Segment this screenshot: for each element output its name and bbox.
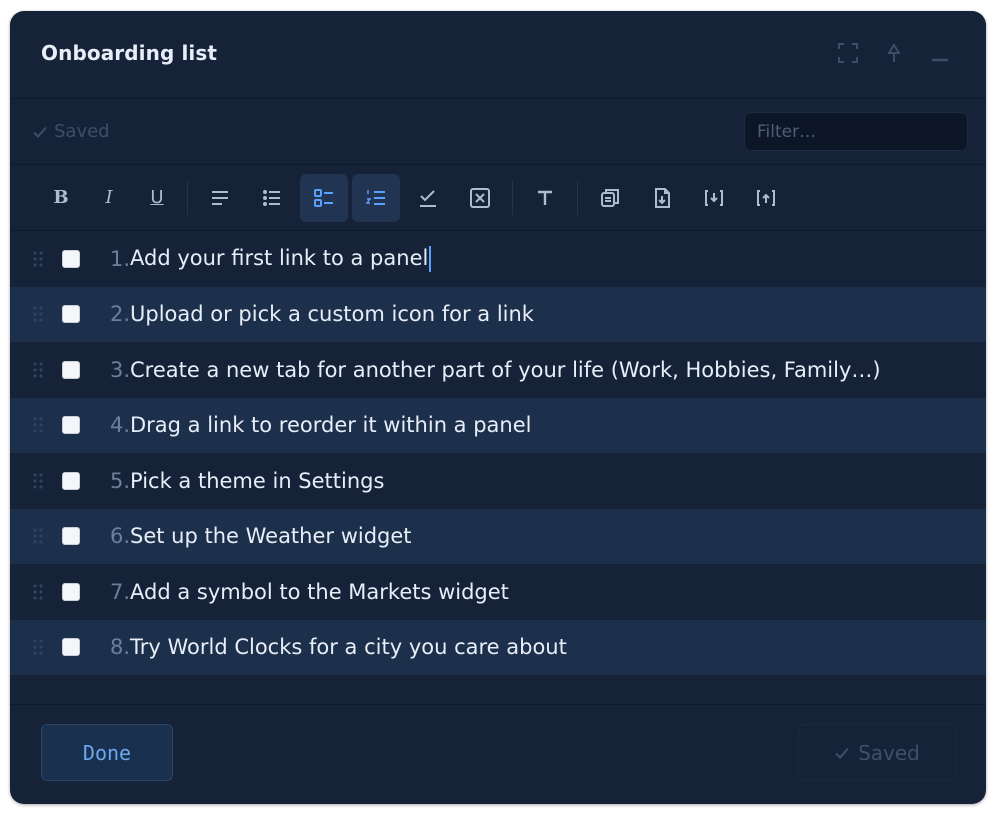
copy-button[interactable] — [586, 174, 634, 222]
export-button[interactable] — [742, 174, 790, 222]
item-number: 1. — [109, 246, 130, 271]
item-number: 8. — [109, 635, 130, 660]
text-heading-icon — [538, 190, 552, 205]
bold-button[interactable]: B — [39, 174, 83, 222]
align-left-button[interactable] — [196, 174, 244, 222]
download-file-icon — [655, 187, 670, 208]
pin-icon[interactable] — [882, 41, 906, 65]
toolbar-divider — [187, 180, 188, 215]
drag-handle-icon[interactable] — [31, 415, 45, 435]
italic-button[interactable]: I — [87, 174, 131, 222]
item-text[interactable]: Drag a link to reorder it within a panel — [130, 413, 531, 437]
clear-format-button[interactable] — [456, 174, 504, 222]
item-text-value: Create a new tab for another part of you… — [130, 357, 881, 382]
item-number: 6. — [109, 524, 130, 549]
checklist-button[interactable] — [300, 173, 348, 222]
item-number: 5. — [109, 468, 130, 493]
list-item[interactable]: 1. Add your first link to a panel — [10, 231, 986, 287]
item-text[interactable]: Try World Clocks for a city you care abo… — [130, 635, 567, 659]
saved-button[interactable]: Saved — [798, 724, 956, 781]
item-text[interactable]: Set up the Weather widget — [130, 524, 412, 548]
check-icon — [835, 747, 849, 759]
saved-button-label: Saved — [858, 740, 920, 765]
item-checkbox[interactable] — [62, 638, 80, 657]
item-text[interactable]: Add your first link to a panel — [130, 245, 432, 272]
item-checkbox[interactable] — [62, 471, 80, 490]
bullet-list-icon — [263, 189, 280, 206]
list-item[interactable]: 6. Set up the Weather widget — [10, 508, 986, 564]
onboarding-panel: Onboarding list Saved Filter… B I U 1. A… — [10, 11, 986, 804]
drag-handle-icon[interactable] — [31, 304, 45, 324]
list-item[interactable]: 5. Pick a theme in Settings — [10, 453, 986, 509]
x-box-icon — [470, 187, 490, 208]
list-item[interactable]: 3. Create a new tab for another part of y… — [10, 342, 986, 398]
drag-handle-icon[interactable] — [31, 360, 45, 380]
check-icon — [33, 126, 47, 138]
item-number: 7. — [109, 579, 130, 604]
item-checkbox[interactable] — [62, 527, 80, 546]
copy-icon — [601, 188, 619, 207]
download-button[interactable] — [638, 174, 686, 222]
done-button[interactable]: Done — [41, 724, 173, 781]
item-checkbox[interactable] — [62, 249, 80, 268]
item-text-value: Drag a link to reorder it within a panel — [130, 413, 532, 438]
underline-button[interactable]: U — [135, 174, 179, 222]
item-number: 2. — [109, 302, 130, 327]
item-text-value: Add a symbol to the Markets widget — [130, 579, 509, 604]
drag-handle-icon[interactable] — [31, 526, 45, 546]
item-checkbox[interactable] — [62, 305, 80, 324]
item-text-value: Pick a theme in Settings — [130, 468, 385, 493]
list-item[interactable]: 4. Drag a link to reorder it within a pan… — [10, 397, 986, 453]
toolbar-divider — [512, 180, 513, 215]
checklist: 1. Add your first link to a panel 2. Upload… — [10, 231, 986, 675]
minimize-icon[interactable] — [928, 41, 952, 65]
panel-header: Onboarding list — [10, 11, 986, 99]
status-bar: Saved — [10, 99, 986, 165]
saved-status-label: Saved — [54, 121, 110, 142]
header-actions — [836, 41, 952, 65]
item-text[interactable]: Upload or pick a custom icon for a link — [130, 302, 534, 326]
import-button[interactable] — [690, 174, 738, 222]
drag-handle-icon[interactable] — [31, 471, 45, 491]
drag-handle-icon[interactable] — [31, 582, 45, 602]
item-text-value: Upload or pick a custom icon for a link — [130, 302, 534, 327]
import-icon — [705, 189, 723, 206]
saved-status: Saved — [32, 121, 110, 142]
bullet-list-button[interactable] — [248, 174, 296, 222]
item-checkbox[interactable] — [62, 360, 80, 379]
list-item[interactable]: 8. Try World Clocks for a city you care a… — [10, 619, 986, 675]
toolbar-divider — [577, 180, 578, 215]
drag-handle-icon[interactable] — [31, 637, 45, 657]
item-number: 4. — [109, 413, 130, 438]
list-item[interactable]: 2. Upload or pick a custom icon for a lin… — [10, 286, 986, 342]
item-text-value: Set up the Weather widget — [130, 524, 412, 549]
item-checkbox[interactable] — [62, 416, 80, 435]
item-text[interactable]: Pick a theme in Settings — [130, 469, 384, 493]
item-checkbox[interactable] — [62, 582, 80, 601]
item-text-value: Try World Clocks for a city you care abo… — [130, 635, 567, 660]
expand-icon[interactable] — [836, 41, 860, 65]
align-left-icon — [212, 190, 228, 205]
formatting-toolbar: B I U — [10, 165, 986, 231]
filter-input[interactable] — [744, 112, 968, 151]
item-text[interactable]: Create a new tab for another part of you… — [130, 358, 881, 382]
text-caret — [429, 245, 432, 272]
numbered-list-icon — [365, 189, 385, 205]
check-button[interactable] — [404, 174, 452, 222]
list-item[interactable]: 7. Add a symbol to the Markets widget — [10, 564, 986, 620]
item-text-value: Add your first link to a panel — [130, 245, 429, 270]
export-icon — [757, 189, 775, 206]
numbered-list-button[interactable] — [352, 173, 400, 222]
drag-handle-icon[interactable] — [31, 249, 45, 269]
checklist-icon — [314, 188, 333, 207]
panel-title: Onboarding list — [41, 41, 218, 65]
checkmark-underline-icon — [420, 189, 436, 207]
heading-button[interactable] — [521, 174, 569, 222]
item-text[interactable]: Add a symbol to the Markets widget — [130, 580, 509, 604]
item-number: 3. — [109, 357, 130, 382]
panel-footer: Done Saved — [10, 704, 986, 804]
